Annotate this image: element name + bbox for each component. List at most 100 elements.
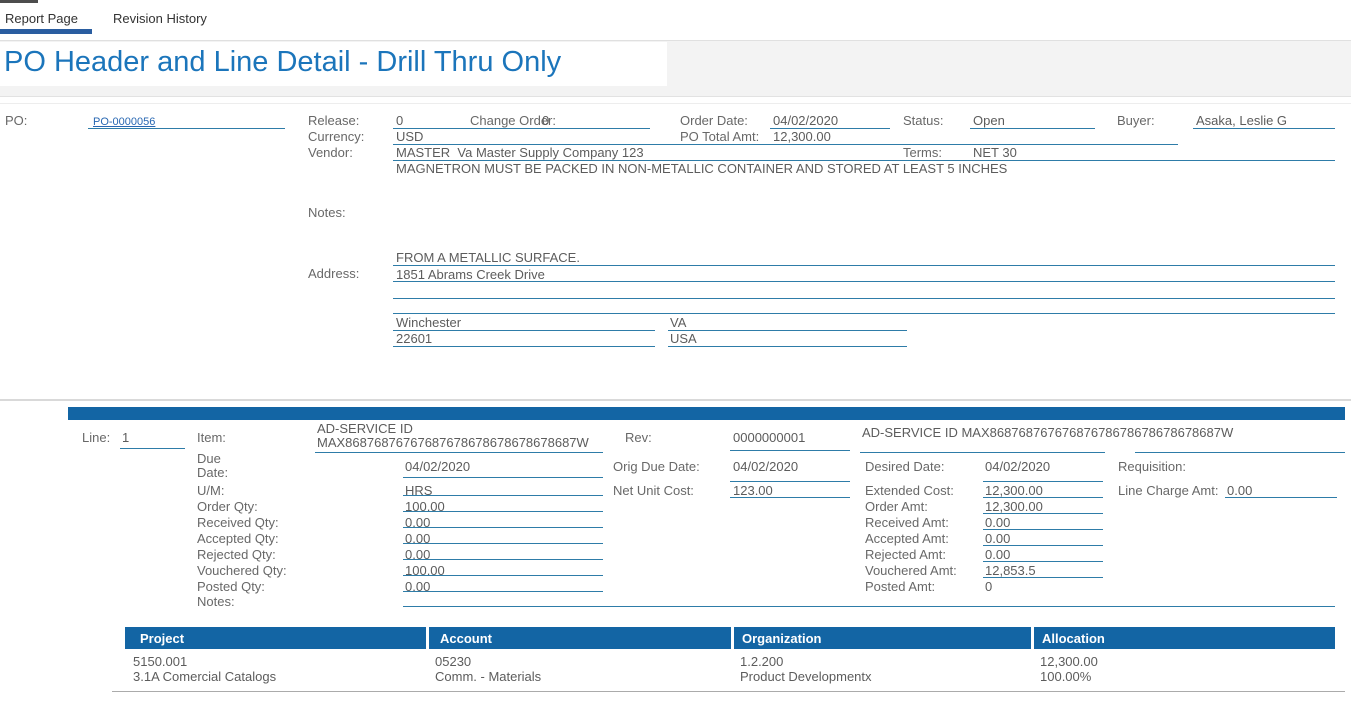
change-order-value: 0 xyxy=(542,113,549,128)
line-charge-amt-value: 0.00 xyxy=(1227,483,1252,498)
tab-revision-history[interactable]: Revision History xyxy=(113,11,207,26)
status-label: Status: xyxy=(903,113,943,128)
orig-due-date-value: 04/02/2020 xyxy=(733,459,798,474)
field-underline xyxy=(860,452,1105,453)
field-underline xyxy=(983,497,1103,498)
field-underline xyxy=(393,128,650,129)
field-underline xyxy=(730,481,850,482)
desired-date-label: Desired Date: xyxy=(865,459,944,474)
field-underline xyxy=(403,559,603,560)
posted-amt-value: 0 xyxy=(985,579,992,594)
cell-allocation-amount: 12,300.00 xyxy=(1040,654,1098,669)
posted-amt-label: Posted Amt: xyxy=(865,579,935,594)
field-underline xyxy=(983,529,1103,530)
extended-cost-label: Extended Cost: xyxy=(865,483,954,498)
field-underline xyxy=(668,330,907,331)
currency-label: Currency: xyxy=(308,129,364,144)
buyer-label: Buyer: xyxy=(1117,113,1155,128)
field-underline xyxy=(983,545,1103,546)
currency-value: USD xyxy=(396,129,423,144)
field-underline xyxy=(983,577,1103,578)
field-underline xyxy=(1225,497,1337,498)
rejected-qty-label: Rejected Qty: xyxy=(197,547,276,562)
state-value: VA xyxy=(670,315,686,330)
field-underline xyxy=(393,330,655,331)
po-label: PO: xyxy=(5,113,27,128)
notes-text-line2: FROM A METALLIC SURFACE. xyxy=(396,250,580,265)
field-underline xyxy=(403,575,603,576)
field-underline xyxy=(120,448,185,449)
order-date-value: 04/02/2020 xyxy=(773,113,838,128)
line-charge-amt-label: Line Charge Amt: xyxy=(1118,483,1218,498)
field-underline xyxy=(668,346,907,347)
release-label: Release: xyxy=(308,113,359,128)
rejected-amt-label: Rejected Amt: xyxy=(865,547,946,562)
tab-report-page[interactable]: Report Page xyxy=(5,11,78,26)
desired-date-value: 04/02/2020 xyxy=(985,459,1050,474)
field-underline xyxy=(403,591,603,592)
country-value: USA xyxy=(670,331,697,346)
po-total-amt-value: 12,300.00 xyxy=(773,129,831,144)
field-underline xyxy=(730,497,850,498)
field-underline xyxy=(393,265,1335,266)
address-line1: 1851 Abrams Creek Drive xyxy=(396,267,545,282)
item-value: AD-SERVICE ID MAX86876876767687678678678… xyxy=(317,422,609,450)
rev-value: 0000000001 xyxy=(733,430,805,445)
cell-account-code: 05230 xyxy=(435,654,471,669)
table-bottom-border xyxy=(112,691,1345,692)
field-underline xyxy=(88,128,285,129)
field-underline xyxy=(983,561,1103,562)
posted-qty-label: Posted Qty: xyxy=(197,579,265,594)
received-amt-value: 0.00 xyxy=(985,515,1010,530)
item-label: Item: xyxy=(197,430,226,445)
top-edge-fragment xyxy=(0,0,38,3)
field-underline xyxy=(970,128,1095,129)
rejected-amt-value: 0.00 xyxy=(985,547,1010,562)
field-underline xyxy=(403,511,603,512)
vendor-label: Vendor: xyxy=(308,145,353,160)
field-underline xyxy=(1135,452,1345,453)
accepted-amt-label: Accepted Amt: xyxy=(865,531,949,546)
orig-due-date-label: Orig Due Date: xyxy=(613,459,700,474)
divider xyxy=(0,103,1351,104)
cell-organization-name: Product Developmentx xyxy=(740,669,872,684)
cell-allocation-percent: 100.00% xyxy=(1040,669,1091,684)
zip-value: 22601 xyxy=(396,331,432,346)
order-amt-value: 12,300.00 xyxy=(985,499,1043,514)
received-amt-label: Received Amt: xyxy=(865,515,949,530)
notes-label: Notes: xyxy=(308,205,346,220)
field-underline xyxy=(393,313,1335,314)
column-header-account: Account xyxy=(440,631,492,646)
active-tab-underline xyxy=(0,29,92,34)
accepted-amt-value: 0.00 xyxy=(985,531,1010,546)
due-date-label: Due Date: xyxy=(197,452,245,480)
vouchered-amt-value: 12,853.5 xyxy=(985,563,1036,578)
order-amt-label: Order Amt: xyxy=(865,499,928,514)
terms-value: NET 30 xyxy=(973,145,1017,160)
cell-account-name: Comm. - Materials xyxy=(435,669,541,684)
field-underline xyxy=(403,527,603,528)
order-date-label: Order Date: xyxy=(680,113,748,128)
line-section-bar xyxy=(68,407,1345,420)
line-label: Line: xyxy=(82,430,110,445)
report-page: Report Page Revision History PO Header a… xyxy=(0,0,1351,724)
vendor-value: MASTER Va Master Supply Company 123 xyxy=(396,145,644,160)
field-underline xyxy=(1193,128,1335,129)
terms-label: Terms: xyxy=(903,145,942,160)
extended-cost-value: 12,300.00 xyxy=(985,483,1043,498)
cell-organization-code: 1.2.200 xyxy=(740,654,783,669)
field-underline xyxy=(983,513,1103,514)
line-value: 1 xyxy=(122,430,129,445)
vouchered-amt-label: Vouchered Amt: xyxy=(865,563,957,578)
po-number-link[interactable]: PO-0000056 xyxy=(93,116,155,128)
rev-label: Rev: xyxy=(625,430,652,445)
page-title: PO Header and Line Detail - Drill Thru O… xyxy=(4,46,561,79)
field-underline xyxy=(403,543,603,544)
line-notes-label: Notes: xyxy=(197,594,235,609)
field-underline xyxy=(403,477,603,478)
requisition-label: Requisition: xyxy=(1118,459,1186,474)
release-value: 0 xyxy=(396,113,403,128)
vouchered-qty-label: Vouchered Qty: xyxy=(197,563,287,578)
address-label: Address: xyxy=(308,266,359,281)
field-underline xyxy=(730,450,850,451)
